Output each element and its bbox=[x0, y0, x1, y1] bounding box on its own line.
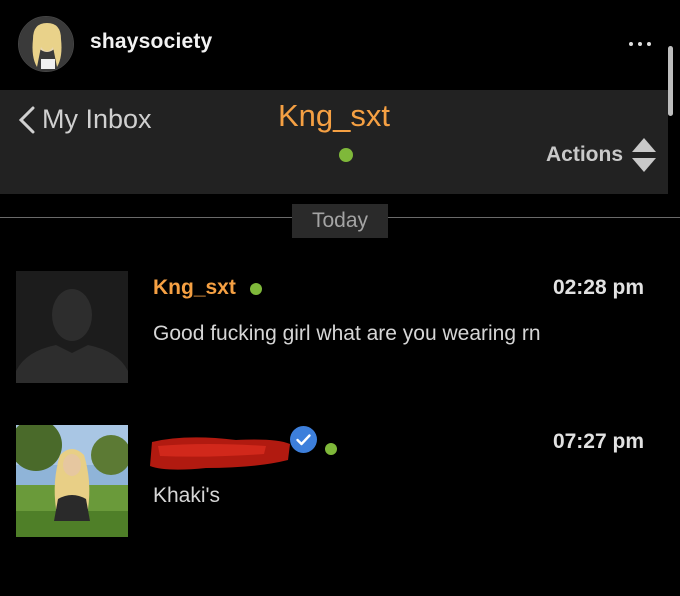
date-label: Today bbox=[292, 204, 388, 238]
redacted-name-mark bbox=[150, 437, 290, 470]
more-dots-icon[interactable] bbox=[622, 34, 658, 54]
app-header: shaysociety bbox=[0, 0, 680, 86]
verified-badge-icon bbox=[290, 426, 317, 453]
inbox-bar: My Inbox Kng_sxt Actions bbox=[0, 90, 668, 194]
sender-avatar[interactable] bbox=[16, 425, 128, 537]
actions-label: Actions bbox=[546, 143, 624, 166]
profile-avatar[interactable] bbox=[18, 16, 74, 72]
online-status-dot bbox=[325, 443, 337, 455]
person-silhouette-icon bbox=[16, 271, 128, 383]
sender-name[interactable]: Kng_sxt bbox=[153, 276, 236, 300]
scrollbar[interactable] bbox=[668, 46, 673, 116]
photo-thumbnail bbox=[16, 425, 128, 537]
profile-username[interactable]: shaysociety bbox=[90, 30, 212, 54]
sort-arrows-icon bbox=[632, 138, 657, 172]
message-timestamp: 02:28 pm bbox=[552, 276, 644, 299]
actions-button[interactable]: Actions bbox=[546, 136, 657, 174]
message-text: Khaki's bbox=[153, 484, 221, 507]
message-text: Good fucking girl what are you wearing r… bbox=[153, 322, 541, 345]
online-status-dot bbox=[339, 148, 353, 162]
message-timestamp: 07:27 pm bbox=[552, 430, 644, 453]
chat-title: Kng_sxt bbox=[277, 98, 390, 133]
online-status-dot bbox=[250, 283, 262, 295]
default-avatar[interactable] bbox=[16, 271, 128, 383]
